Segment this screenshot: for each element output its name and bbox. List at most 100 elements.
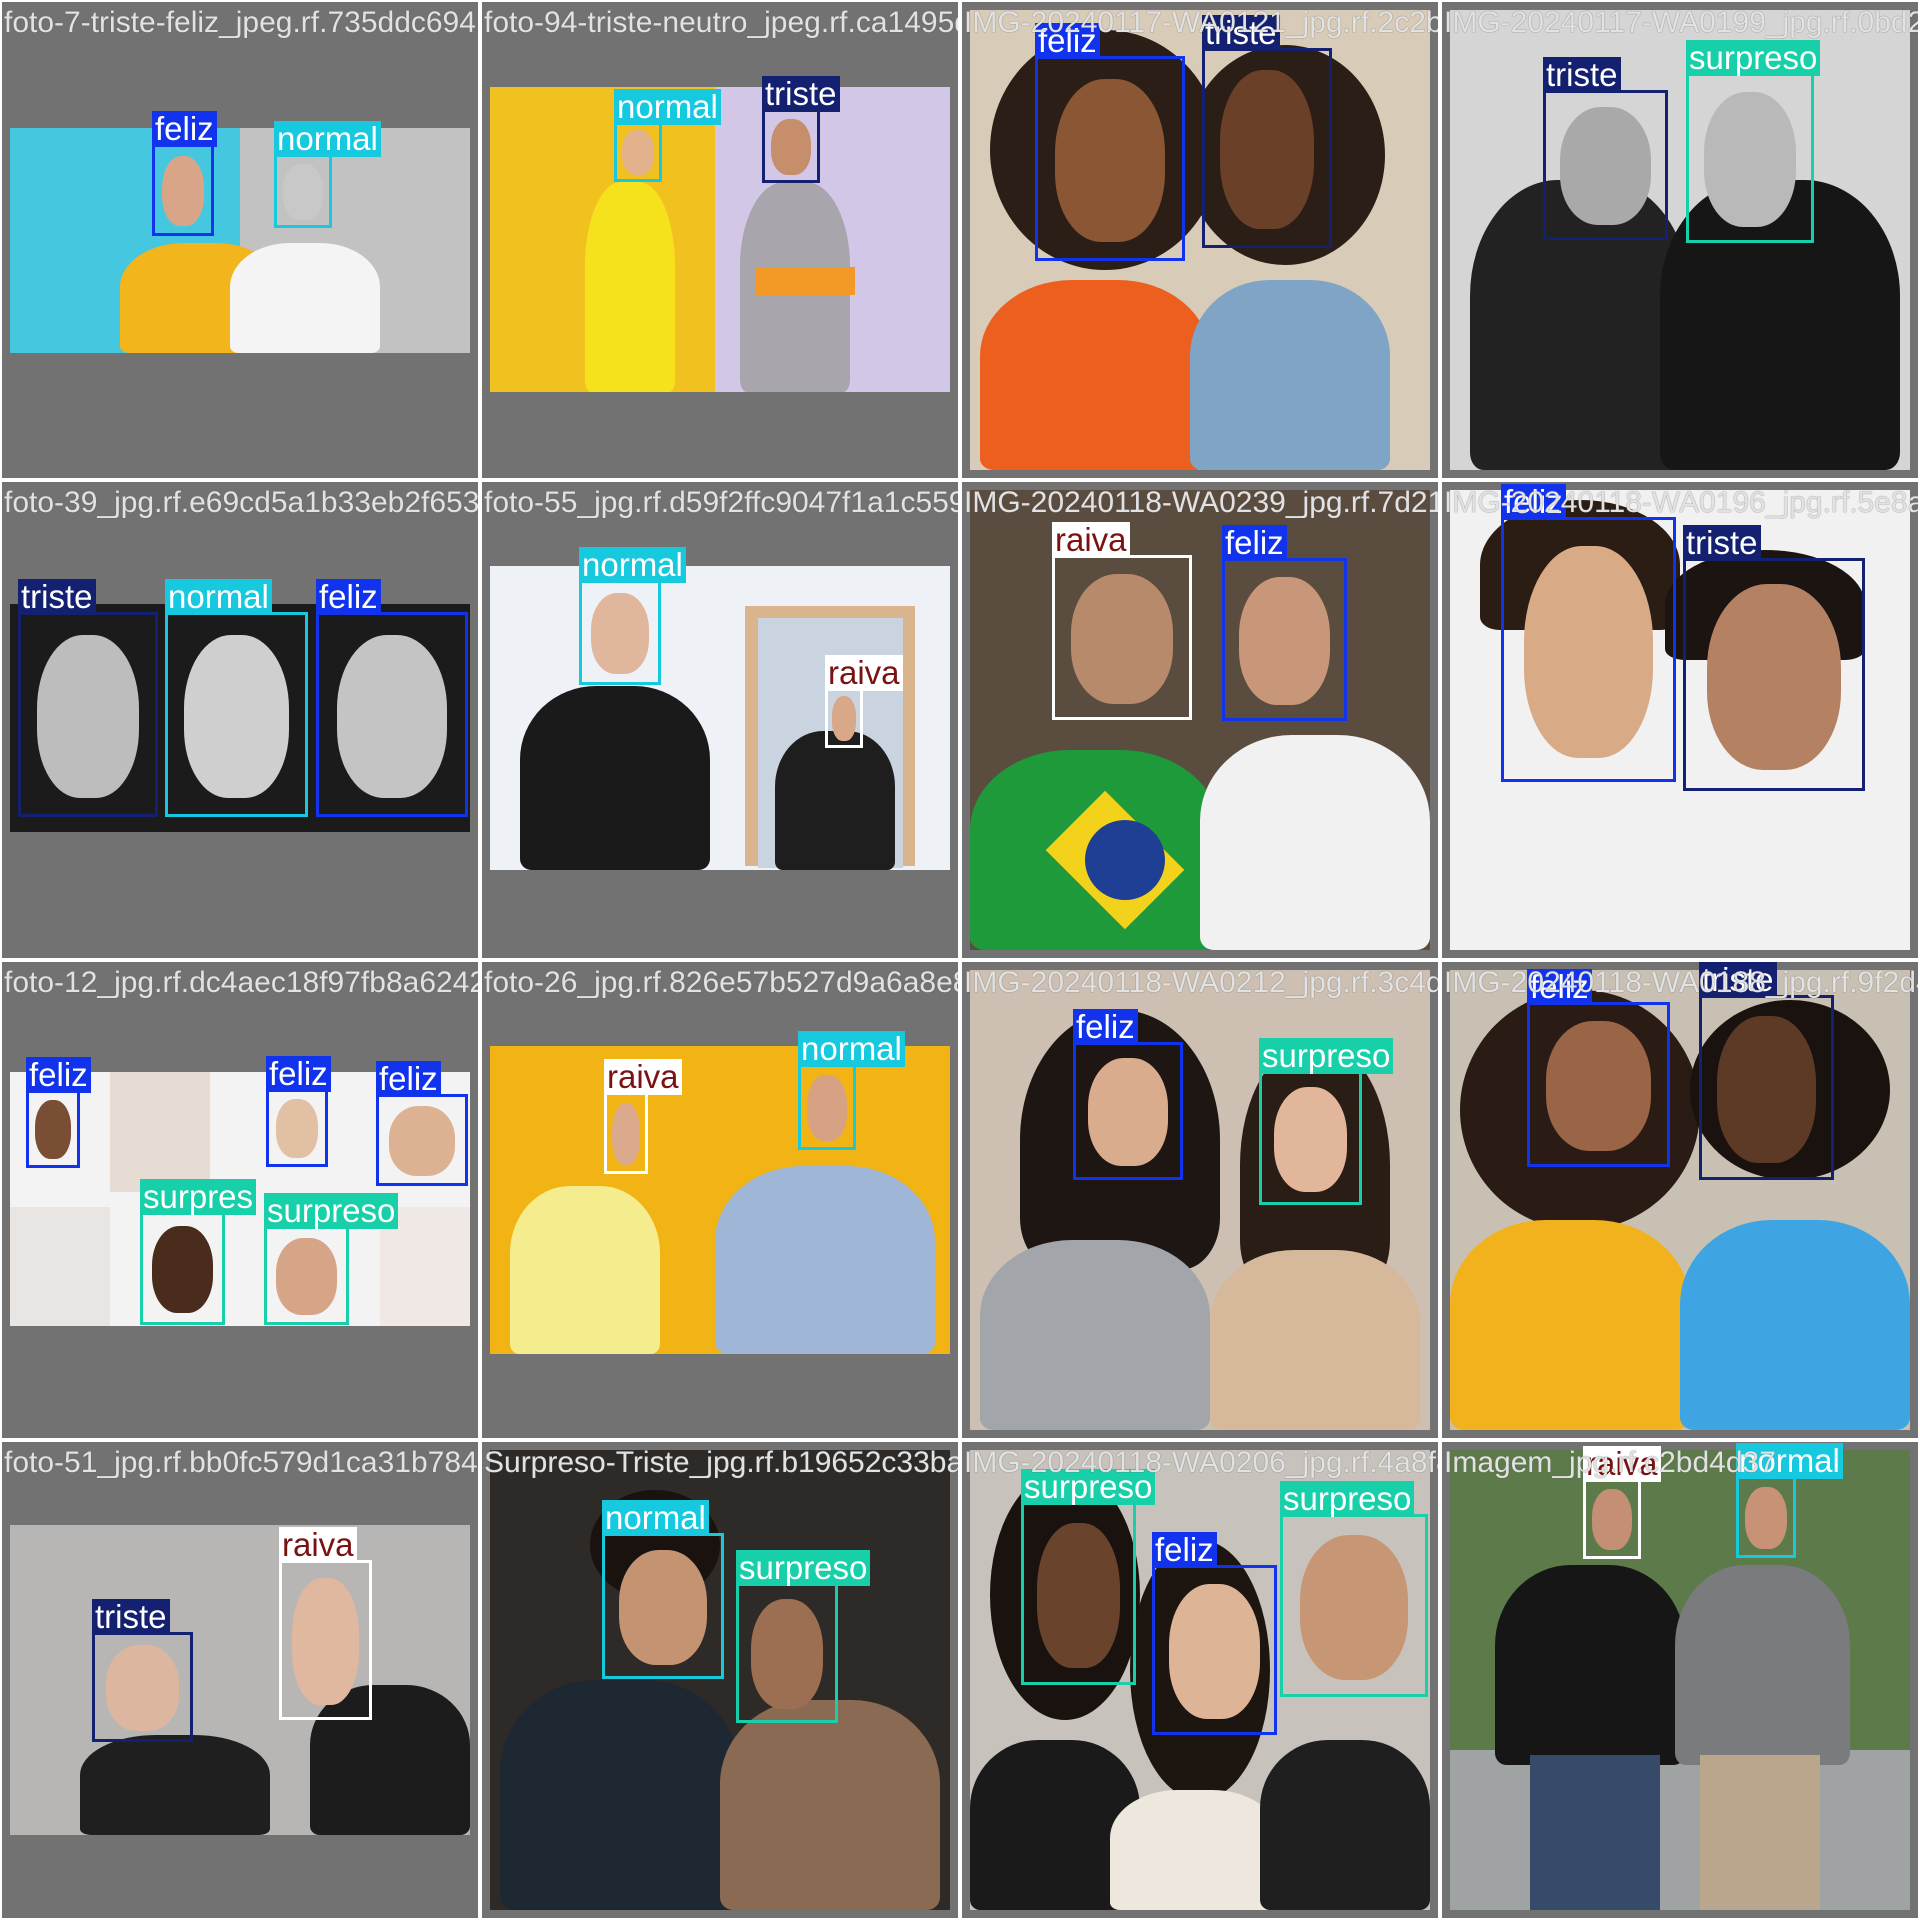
blue-dress <box>1190 280 1390 470</box>
detection-box: surpreso <box>736 1550 871 1723</box>
tile-filename: foto-51_jpg.rf.bb0fc579d1ca31b784047e72f <box>4 1446 478 1479</box>
tile-filename: IMG-20240118-WA0239_jpg.rf.7d21c1a03 <box>964 486 1438 519</box>
jeans <box>1530 1755 1660 1910</box>
photo <box>970 490 1430 950</box>
face <box>1239 576 1330 706</box>
detection-label: triste <box>762 76 840 112</box>
orange-shirt <box>980 280 1210 470</box>
person-body <box>230 243 380 353</box>
tile-7: raiva feliz IMG-20240118-WA0239_jpg.rf.7… <box>962 482 1438 958</box>
detection-box: surpreso <box>1280 1481 1428 1697</box>
detection-label: feliz <box>152 111 217 147</box>
detection-box: normal <box>579 547 686 685</box>
face <box>184 634 289 799</box>
detection-label: surpreso <box>736 1550 871 1586</box>
detection-label: surpreso <box>264 1193 399 1229</box>
detection-box: feliz <box>152 111 217 236</box>
detection-label: feliz <box>376 1061 441 1097</box>
detection-box: triste <box>1543 57 1668 240</box>
tile-9: foto-12_jpg.rf.dc4aec18f97fb8a6242197277… <box>2 962 478 1438</box>
detection-label: feliz <box>1073 1009 1138 1045</box>
face <box>1546 1020 1651 1152</box>
person-body <box>520 686 710 870</box>
khakis <box>1700 1755 1820 1910</box>
face <box>1273 1086 1348 1192</box>
white-top <box>1110 1790 1280 1910</box>
detection-label: feliz <box>1152 1532 1217 1568</box>
face <box>389 1105 455 1177</box>
face <box>831 696 857 741</box>
detection-box: feliz <box>1527 969 1670 1167</box>
detection-box: triste <box>92 1599 193 1742</box>
tile-filename: Surpreso-Triste_jpg.rf.b19652c33ba <box>484 1446 958 1479</box>
detection-box: normal <box>798 1031 905 1150</box>
flag-globe <box>1085 820 1165 900</box>
face <box>1055 78 1165 243</box>
detection-box: feliz <box>1501 484 1676 782</box>
face <box>152 1225 213 1314</box>
dark-tshirt <box>1260 1740 1430 1910</box>
detection-box: feliz <box>1035 23 1185 261</box>
detection-label: surpreso <box>1280 1481 1415 1517</box>
face <box>1088 1058 1168 1167</box>
detection-label: feliz <box>1222 525 1287 561</box>
face <box>1703 92 1797 227</box>
tile-filename: IMG-20240117-WA0121_jpg.rf.2c2b1bd41 <box>964 6 1438 39</box>
detection-box: triste <box>1683 525 1865 791</box>
face <box>1560 107 1651 226</box>
photo <box>1450 10 1910 470</box>
detection-box: raiva <box>1583 1446 1661 1559</box>
detection-label: normal <box>798 1031 905 1067</box>
detection-box: feliz <box>316 579 468 817</box>
portrait-cell <box>10 1207 110 1326</box>
person-body <box>585 182 675 392</box>
path <box>1450 1750 1910 1910</box>
detection-label: surpres <box>140 1179 257 1215</box>
detection-box: normal <box>165 579 308 817</box>
detection-box: raiva <box>604 1059 682 1174</box>
detection-mosaic: foto-7-triste-feliz_jpeg.rf.735ddc6941d … <box>0 0 1920 1920</box>
photo <box>10 128 470 353</box>
detection-box: normal <box>602 1500 724 1679</box>
photo <box>490 1046 950 1354</box>
face <box>1717 1015 1816 1163</box>
face <box>1219 70 1315 230</box>
detection-box: feliz <box>26 1057 91 1168</box>
face <box>292 1578 359 1705</box>
detection-box: triste <box>1699 962 1834 1180</box>
face <box>336 634 448 799</box>
portrait-cell <box>110 1072 210 1192</box>
detection-box: surpreso <box>1686 40 1821 243</box>
detection-box: feliz <box>266 1056 331 1167</box>
tile-filename: foto-39_jpg.rf.e69cd5a1b33eb2f65383212f0… <box>4 486 478 519</box>
detection-label: normal <box>165 579 272 615</box>
face <box>1037 1522 1120 1668</box>
photo <box>490 87 950 392</box>
face <box>106 1645 179 1731</box>
white-shirt <box>1200 735 1430 950</box>
face <box>1300 1534 1408 1680</box>
detection-box: raiva <box>279 1527 372 1720</box>
detection-box: feliz <box>1222 525 1347 721</box>
detection-label: feliz <box>316 579 381 615</box>
tile-3: feliz triste IMG-20240117-WA0121_jpg.rf.… <box>962 2 1438 478</box>
face <box>276 1238 337 1315</box>
tile-6: foto-55_jpg.rf.d59f2ffc9047f1a1c559d28dc… <box>482 482 958 958</box>
tile-filename: IMG-20240118-WA0196_jpg.rf.5e8a7bc20 <box>1444 486 1918 519</box>
tile-14: normal surpreso Surpreso-Triste_jpg.rf.b… <box>482 1442 958 1918</box>
face <box>591 592 649 675</box>
tile-filename: foto-12_jpg.rf.dc4aec18f97fb8a6242197277 <box>4 966 478 999</box>
face <box>1592 1489 1632 1551</box>
tile-11: feliz surpreso IMG-20240118-WA0212_jpg.r… <box>962 962 1438 1438</box>
detection-box: raiva <box>825 655 903 748</box>
black-tshirt <box>1495 1565 1685 1765</box>
photo <box>1450 1450 1910 1910</box>
detection-label: raiva <box>1052 522 1130 558</box>
detection-label: triste <box>1543 57 1621 93</box>
tile-filename: foto-7-triste-feliz_jpeg.rf.735ddc6941d <box>4 6 478 39</box>
yellow-shirt <box>510 1186 660 1354</box>
face <box>1745 1486 1787 1549</box>
dark-shirt <box>500 1680 740 1910</box>
detection-box: surpreso <box>264 1193 399 1325</box>
face <box>771 118 811 175</box>
